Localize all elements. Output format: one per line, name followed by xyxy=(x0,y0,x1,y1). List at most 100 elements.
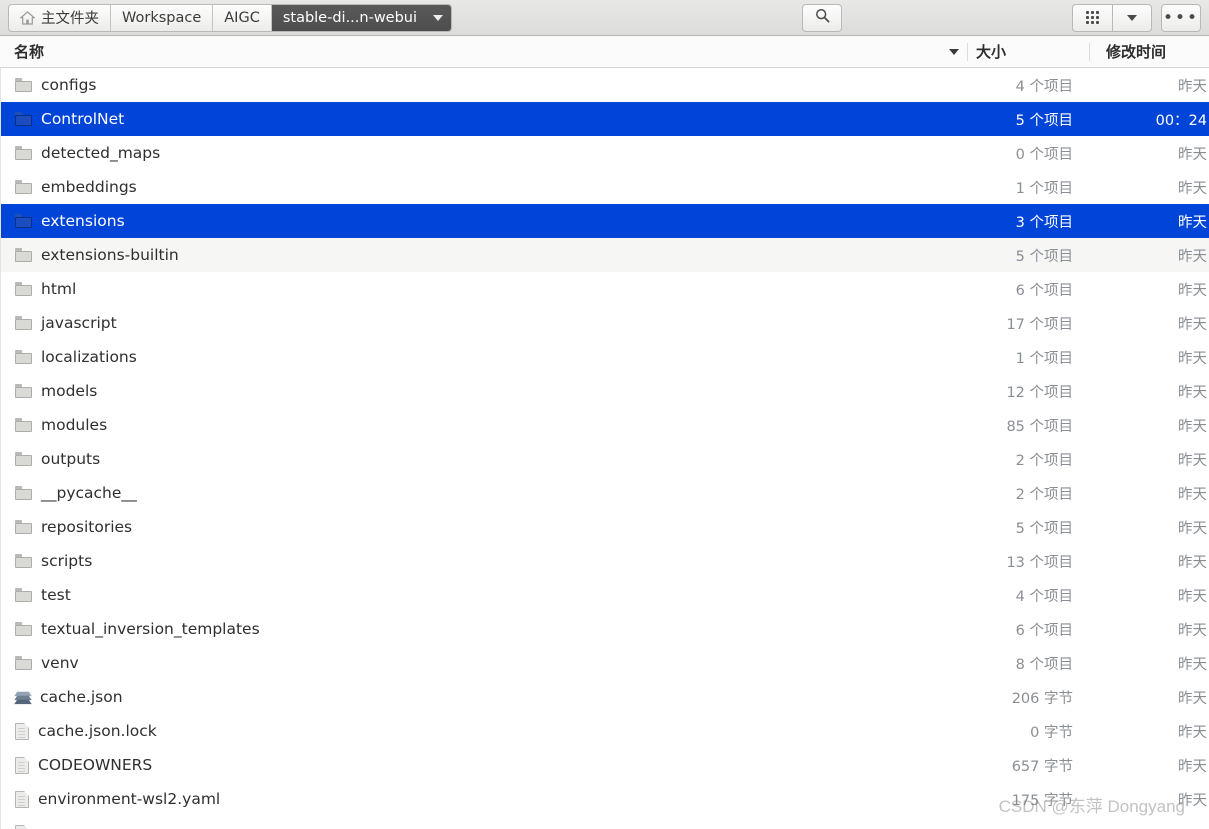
file-name-label: venv xyxy=(41,654,79,672)
folder-icon xyxy=(15,418,32,432)
file-name-label: test xyxy=(41,586,71,604)
table-row[interactable]: javascript 17 个项目 昨天 xyxy=(1,306,1209,340)
file-size-cell: 0 字节 xyxy=(1030,724,1073,741)
table-row[interactable]: venv 8 个项目 昨天 xyxy=(1,646,1209,680)
breadcrumb-item-aigc[interactable]: AIGC xyxy=(213,4,272,31)
file-name-label: extensions xyxy=(41,212,125,230)
file-list[interactable]: configs 4 个项目 昨天 ControlNet 5 个项目 00：24 detect… xyxy=(0,68,1209,829)
table-row[interactable]: cache.json 206 字节 昨天 xyxy=(1,680,1209,714)
file-size-cell: 4 个项目 xyxy=(1015,78,1073,95)
file-size-cell: 175 字节 xyxy=(1011,792,1073,809)
file-name-label: embeddings xyxy=(41,178,137,196)
column-header-name[interactable]: 名称 xyxy=(0,41,967,62)
file-name-cell: CODEOWNERS xyxy=(1,756,967,774)
file-size-cell: 2 个项目 xyxy=(1015,452,1073,469)
document-file-icon xyxy=(15,756,29,774)
grid-view-button[interactable] xyxy=(1072,3,1112,32)
folder-icon xyxy=(15,112,32,126)
file-size-cell: 5 个项目 xyxy=(1015,112,1073,129)
file-name-label: scripts xyxy=(41,552,93,570)
breadcrumb-item-label: 主文件夹 xyxy=(41,11,99,27)
file-modified-cell: 昨天 xyxy=(1178,656,1207,673)
column-header-modified-label: 修改时间 xyxy=(1106,43,1167,61)
table-row[interactable]: cache.json.lock 0 字节 昨天 xyxy=(1,714,1209,748)
sort-descending-icon xyxy=(949,48,959,55)
table-row[interactable]: repositories 5 个项目 昨天 xyxy=(1,510,1209,544)
folder-icon xyxy=(15,656,32,670)
folder-icon xyxy=(15,316,32,330)
file-size-cell: 13 个项目 xyxy=(1006,554,1073,571)
table-row[interactable]: configs 4 个项目 昨天 xyxy=(1,68,1209,102)
table-row[interactable]: modules 85 个项目 昨天 xyxy=(1,408,1209,442)
view-switcher xyxy=(1072,3,1152,32)
file-size-cell: 1 个项目 xyxy=(1015,350,1073,367)
table-row[interactable]: models 12 个项目 昨天 xyxy=(1,374,1209,408)
file-name-label: outputs xyxy=(41,450,101,468)
file-modified-cell: 昨天 xyxy=(1178,214,1207,231)
file-name-label: __pycache__ xyxy=(41,484,137,502)
table-row[interactable]: detected_maps 0 个项目 昨天 xyxy=(1,136,1209,170)
search-button[interactable] xyxy=(802,3,843,32)
file-name-cell: modules xyxy=(1,416,967,434)
file-modified-cell: 昨天 xyxy=(1178,520,1207,537)
file-modified-cell: 昨天 xyxy=(1178,384,1207,401)
file-name-cell: cache.json xyxy=(1,688,967,706)
table-row[interactable]: extensions 3 个项目 昨天 xyxy=(1,204,1209,238)
folder-icon xyxy=(15,622,32,636)
folder-icon xyxy=(15,486,32,500)
file-modified-cell: 昨天 xyxy=(1178,690,1207,707)
file-name-cell: environment-wsl2.yaml xyxy=(1,790,967,808)
file-name-cell: configs xyxy=(1,76,967,94)
table-row[interactable]: environment-wsl2.yaml 175 字节 昨天 xyxy=(1,782,1209,816)
file-modified-cell: 昨天 xyxy=(1178,282,1207,299)
folder-icon xyxy=(15,248,32,262)
breadcrumb-item-workspace[interactable]: Workspace xyxy=(111,4,214,31)
column-header-size[interactable]: 大小 xyxy=(967,42,1089,61)
table-row[interactable]: ControlNet 5 个项目 00：24 xyxy=(1,102,1209,136)
file-modified-cell: 昨天 xyxy=(1178,248,1207,265)
table-row[interactable]: html 6 个项目 昨天 xyxy=(1,272,1209,306)
table-row[interactable]: test 4 个项目 昨天 xyxy=(1,578,1209,612)
file-name-label: detected_maps xyxy=(41,144,161,162)
table-row[interactable]: embeddings 1 个项目 昨天 xyxy=(1,170,1209,204)
breadcrumb-item-home[interactable]: 主文件夹 xyxy=(9,4,111,31)
table-row[interactable]: CODEOWNERS 657 字节 昨天 xyxy=(1,748,1209,782)
column-header-modified[interactable]: 修改时间 xyxy=(1089,42,1209,61)
view-options-dropdown-button[interactable] xyxy=(1112,3,1152,32)
table-row[interactable]: outputs 2 个项目 昨天 xyxy=(1,442,1209,476)
table-row[interactable]: __pycache__ 2 个项目 昨天 xyxy=(1,476,1209,510)
file-modified-cell: 昨天 xyxy=(1178,180,1207,197)
breadcrumb-item-label: stable-di...n-webui xyxy=(282,9,418,26)
chevron-down-icon[interactable] xyxy=(433,14,444,21)
file-size-cell: 12 个项目 xyxy=(1006,384,1073,401)
table-row[interactable] xyxy=(1,816,1209,829)
folder-icon xyxy=(15,180,32,194)
file-size-cell: 1 个项目 xyxy=(1015,180,1073,197)
file-name-cell: repositories xyxy=(1,518,967,536)
file-size-cell: 4 个项目 xyxy=(1015,588,1073,605)
folder-icon xyxy=(15,350,32,364)
more-menu-button[interactable]: ••• xyxy=(1161,3,1201,32)
column-headers: 名称 大小 修改时间 xyxy=(0,36,1209,68)
file-modified-cell: 昨天 xyxy=(1178,486,1207,503)
file-name-label: extensions-builtin xyxy=(41,246,179,264)
file-name-cell: test xyxy=(1,586,967,604)
file-size-cell: 6 个项目 xyxy=(1015,622,1073,639)
file-name-cell: html xyxy=(1,280,967,298)
table-row[interactable]: extensions-builtin 5 个项目 昨天 xyxy=(1,238,1209,272)
file-modified-cell: 昨天 xyxy=(1178,792,1207,809)
toolbar: 主文件夹 Workspace AIGC stable-di...n-webui xyxy=(0,0,1209,36)
file-modified-cell: 昨天 xyxy=(1178,316,1207,333)
table-row[interactable]: textual_inversion_templates 6 个项目 昨天 xyxy=(1,612,1209,646)
folder-icon xyxy=(15,520,32,534)
table-row[interactable]: localizations 1 个项目 昨天 xyxy=(1,340,1209,374)
file-name-label: configs xyxy=(41,76,97,94)
file-name-label: cache.json.lock xyxy=(38,722,157,740)
breadcrumb-item-current[interactable]: stable-di...n-webui xyxy=(271,4,452,31)
file-size-cell: 0 个项目 xyxy=(1015,146,1073,163)
document-file-icon xyxy=(15,824,29,829)
table-row[interactable]: scripts 13 个项目 昨天 xyxy=(1,544,1209,578)
file-size-cell: 8 个项目 xyxy=(1015,656,1073,673)
folder-icon xyxy=(15,588,32,602)
file-name-label: CODEOWNERS xyxy=(38,756,153,774)
